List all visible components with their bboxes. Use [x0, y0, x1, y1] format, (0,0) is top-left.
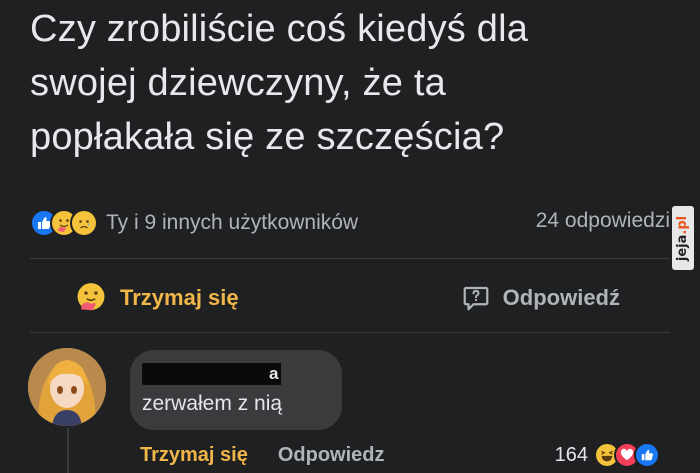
- post-text-line-2: swojej dziewczyny, że ta: [30, 62, 446, 104]
- comment-reaction-icons[interactable]: [594, 442, 660, 468]
- replies-count[interactable]: 24 odpowiedzi: [536, 209, 670, 233]
- care-button[interactable]: Trzymaj się: [30, 270, 347, 326]
- comment-text: zerwałem z nią: [142, 392, 283, 415]
- comment-author[interactable]: a: [142, 362, 282, 386]
- post-text: Czy zrobiliście coś kiedyś dla swojej dz…: [30, 2, 650, 164]
- like-icon: [634, 442, 660, 468]
- avatar[interactable]: [28, 348, 106, 426]
- comment-care-button[interactable]: Trzymaj się: [140, 444, 248, 467]
- author-name-visible-suffix: a: [266, 363, 282, 385]
- sad-icon: [70, 209, 98, 237]
- redacted-author-name: [142, 363, 268, 385]
- reaction-icons[interactable]: [30, 208, 98, 238]
- post-text-line-1: Czy zrobiliście coś kiedyś dla: [30, 8, 529, 50]
- reply-button-label: Odpowiedź: [502, 285, 620, 310]
- watermark-text: jeja.pl: [675, 215, 691, 261]
- post-actions: Trzymaj się Odpowiedź: [30, 270, 670, 326]
- facebook-post-screen: Czy zrobiliście coś kiedyś dla swojej dz…: [0, 0, 700, 473]
- post-text-line-3: popłakała się ze szczęścia?: [30, 116, 505, 158]
- care-icon: [74, 281, 108, 315]
- jeja-watermark: jeja.pl: [672, 206, 694, 270]
- comment-actions: Trzymaj się Odpowiedz 164: [140, 440, 660, 470]
- reactions-summary-row[interactable]: Ty i 9 innych użytkowników 24 odpowiedzi: [30, 205, 670, 241]
- care-button-label: Trzymaj się: [120, 285, 239, 310]
- comment-bubble[interactable]: a zerwałem z nią: [130, 350, 342, 430]
- thread-line: [67, 428, 69, 473]
- comment-bubble-icon: [461, 283, 491, 313]
- reply-button[interactable]: Odpowiedź: [347, 270, 670, 326]
- comment-reaction-count[interactable]: 164: [555, 444, 588, 467]
- divider-bottom: [30, 332, 670, 333]
- divider-top: [30, 258, 670, 259]
- reactions-summary-text[interactable]: Ty i 9 innych użytkowników: [106, 211, 358, 235]
- comment-reply-button[interactable]: Odpowiedz: [278, 444, 385, 467]
